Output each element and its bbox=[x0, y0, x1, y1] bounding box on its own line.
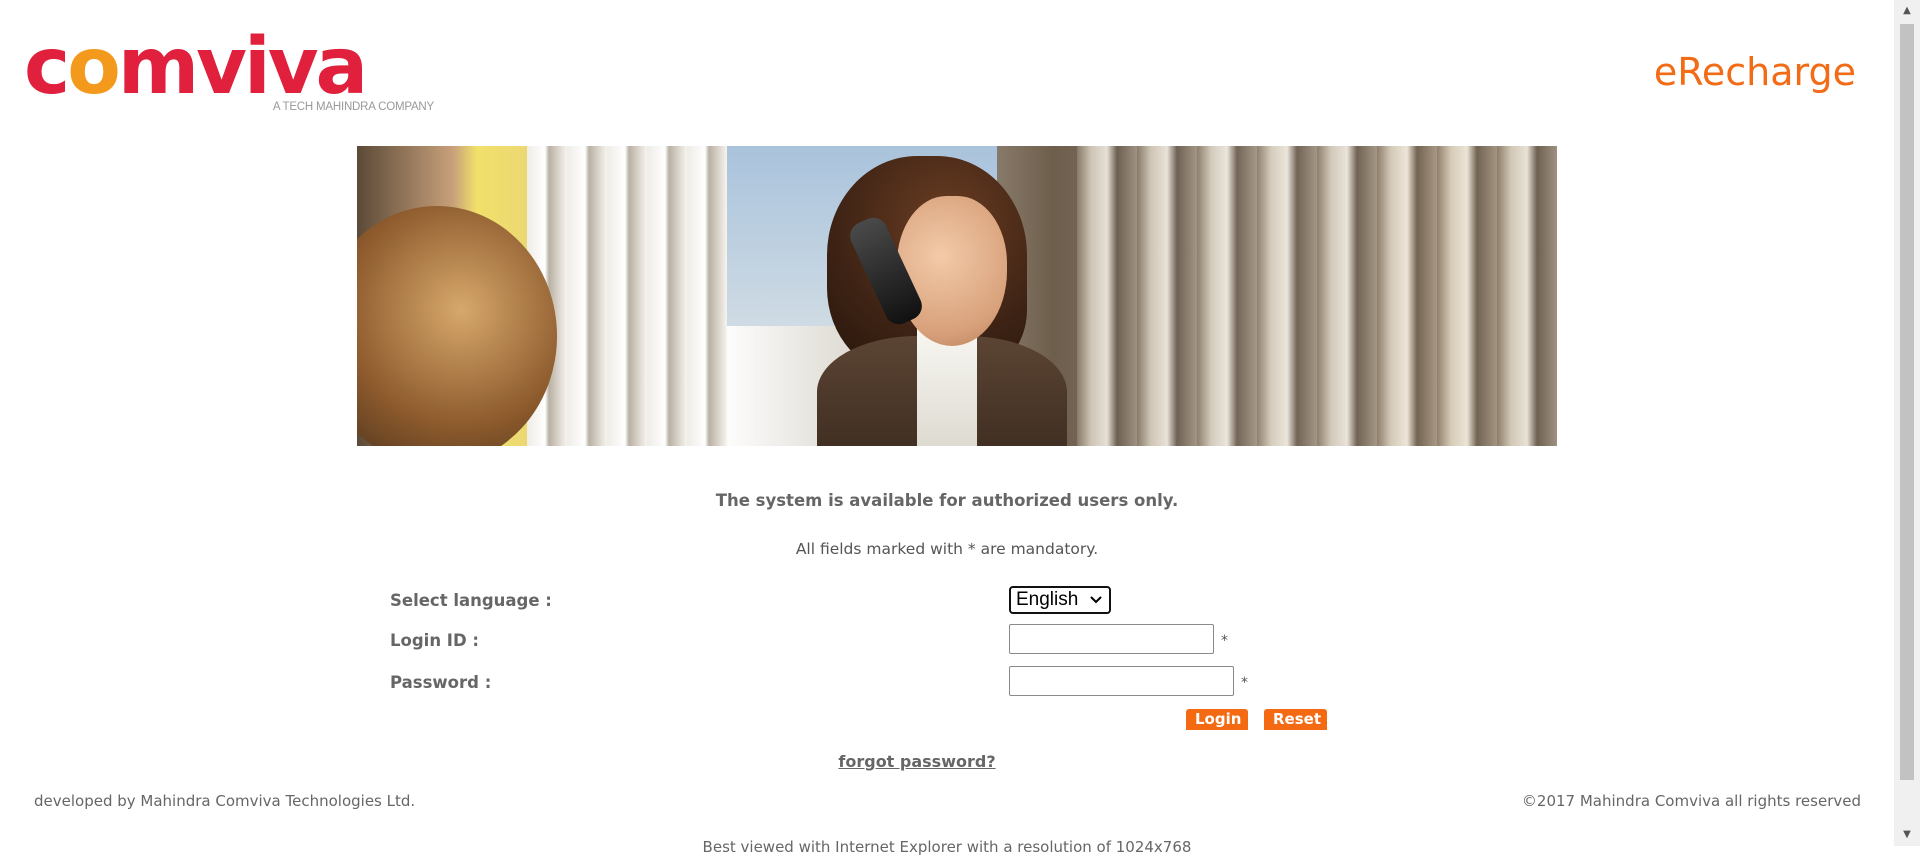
banner-building-right bbox=[1077, 146, 1557, 446]
login-id-label: Login ID : bbox=[390, 631, 479, 650]
forgot-password-link[interactable]: forgot password? bbox=[0, 752, 1834, 771]
vertical-scrollbar[interactable]: ▲ ▼ bbox=[1894, 0, 1920, 846]
password-input[interactable] bbox=[1009, 666, 1234, 696]
logo-letter-o: o bbox=[67, 22, 121, 112]
logo-wordmark: comviva bbox=[24, 28, 368, 106]
reset-button[interactable]: Reset bbox=[1264, 709, 1327, 730]
password-required-marker: * bbox=[1241, 675, 1248, 691]
login-id-required-marker: * bbox=[1221, 633, 1228, 649]
app-title: eRecharge bbox=[1653, 50, 1856, 94]
login-id-input[interactable] bbox=[1009, 624, 1214, 654]
password-label: Password : bbox=[390, 673, 492, 692]
language-select[interactable]: English bbox=[1009, 586, 1111, 614]
language-selected-value: English bbox=[1016, 589, 1079, 610]
mandatory-fields-note: All fields marked with * are mandatory. bbox=[795, 540, 1099, 558]
scrollbar-thumb[interactable] bbox=[1900, 24, 1914, 780]
language-label: Select language : bbox=[390, 591, 552, 610]
login-button[interactable]: Login bbox=[1186, 709, 1248, 730]
scroll-down-icon[interactable]: ▼ bbox=[1894, 824, 1920, 846]
banner-woman-on-phone bbox=[817, 156, 1067, 446]
chevron-down-icon bbox=[1089, 588, 1103, 620]
logo-tagline: A TECH MAHINDRA COMPANY bbox=[272, 101, 434, 113]
comviva-logo: comviva A TECH MAHINDRA COMPANY bbox=[24, 28, 434, 118]
logo-letters-rest: mviva bbox=[117, 22, 368, 112]
banner-image bbox=[357, 146, 1557, 446]
banner-building-left bbox=[527, 146, 727, 446]
copyright-notice: ©2017 Mahindra Comviva all rights reserv… bbox=[1521, 792, 1861, 810]
scroll-up-icon[interactable]: ▲ bbox=[1894, 0, 1920, 22]
logo-letter-c: c bbox=[24, 22, 70, 112]
banner-face bbox=[897, 196, 1007, 346]
authorized-users-notice: The system is available for authorized u… bbox=[715, 491, 1179, 510]
developer-credit: developed by Mahindra Comviva Technologi… bbox=[34, 792, 416, 810]
browser-recommendation: Best viewed with Internet Explorer with … bbox=[702, 838, 1192, 856]
